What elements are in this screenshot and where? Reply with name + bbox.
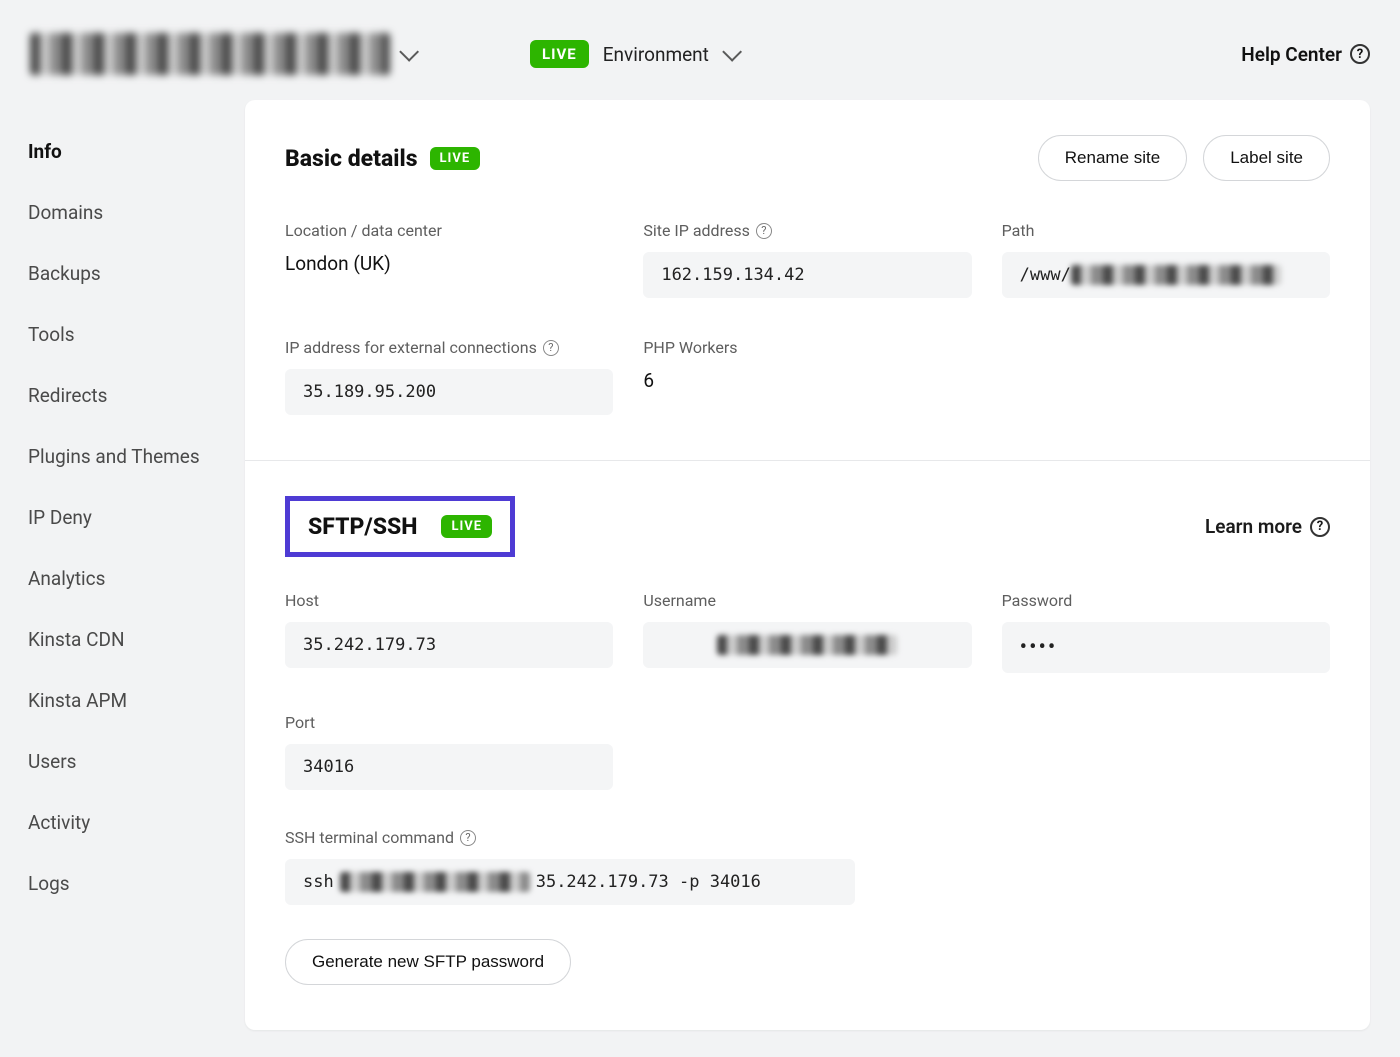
sidebar-item-logs[interactable]: Logs (28, 872, 245, 895)
help-icon[interactable]: ? (543, 340, 559, 356)
topbar: LIVE Environment Help Center ? (0, 0, 1400, 90)
live-badge: LIVE (441, 515, 492, 538)
sidebar-item-plugins-themes[interactable]: Plugins and Themes (28, 445, 245, 468)
username-value[interactable] (643, 622, 971, 668)
sftp-ssh-section: SFTP/SSH LIVE Learn more ? Host 35.242.1… (245, 461, 1370, 1030)
help-icon[interactable]: ? (460, 830, 476, 846)
password-label: Password (1002, 591, 1330, 610)
site-ip-label: Site IP address (643, 221, 750, 240)
php-workers-label: PHP Workers (643, 338, 971, 357)
basic-details-title: Basic details (285, 145, 418, 172)
site-name-redacted (30, 33, 390, 75)
sidebar-item-backups[interactable]: Backups (28, 262, 245, 285)
path-redacted (1071, 265, 1281, 285)
username-redacted (717, 635, 897, 655)
ip-external-value[interactable]: 35.189.95.200 (285, 369, 613, 415)
path-value[interactable]: /www/ (1002, 252, 1330, 298)
generate-sftp-password-button[interactable]: Generate new SFTP password (285, 939, 571, 985)
password-value[interactable]: •••• (1002, 622, 1330, 673)
ssh-command-label: SSH terminal command (285, 828, 454, 847)
sidebar-item-tools[interactable]: Tools (28, 323, 245, 346)
ssh-command-value[interactable]: ssh 35.242.179.73 -p 34016 (285, 859, 855, 905)
help-icon: ? (1350, 44, 1370, 64)
sftp-ssh-title: SFTP/SSH (308, 513, 417, 540)
help-icon: ? (1310, 517, 1330, 537)
rename-site-button[interactable]: Rename site (1038, 135, 1187, 181)
host-field: Host 35.242.179.73 (285, 591, 613, 673)
username-label: Username (643, 591, 971, 610)
path-label: Path (1002, 221, 1330, 240)
ip-external-field: IP address for external connections ? 35… (285, 338, 613, 415)
live-badge: LIVE (530, 40, 589, 68)
ssh-prefix: ssh (303, 872, 334, 892)
port-label: Port (285, 713, 613, 732)
ssh-suffix: 35.242.179.73 -p 34016 (536, 872, 761, 892)
sidebar-item-redirects[interactable]: Redirects (28, 384, 245, 407)
sftp-ssh-highlight: SFTP/SSH LIVE (285, 496, 515, 557)
sidebar-item-kinsta-apm[interactable]: Kinsta APM (28, 689, 245, 712)
content-panels: Basic details LIVE Rename site Label sit… (245, 100, 1370, 1030)
php-workers-value: 6 (643, 369, 971, 392)
ip-external-label: IP address for external connections (285, 338, 537, 357)
port-field: Port 34016 (285, 713, 613, 790)
port-value[interactable]: 34016 (285, 744, 613, 790)
sidebar-item-ip-deny[interactable]: IP Deny (28, 506, 245, 529)
chevron-down-icon (399, 42, 419, 62)
sidebar: Info Domains Backups Tools Redirects Plu… (0, 100, 245, 895)
location-label: Location / data center (285, 221, 613, 240)
path-prefix: /www/ (1020, 265, 1071, 285)
site-ip-field: Site IP address ? 162.159.134.42 (643, 221, 971, 298)
environment-switcher[interactable]: LIVE Environment (530, 40, 737, 68)
username-field: Username (643, 591, 971, 673)
path-field: Path /www/ (1002, 221, 1330, 298)
sidebar-item-info[interactable]: Info (28, 140, 245, 163)
help-center-label: Help Center (1241, 43, 1342, 66)
location-value: London (UK) (285, 252, 613, 275)
sidebar-item-domains[interactable]: Domains (28, 201, 245, 224)
sidebar-item-users[interactable]: Users (28, 750, 245, 773)
sidebar-item-kinsta-cdn[interactable]: Kinsta CDN (28, 628, 245, 651)
sidebar-item-analytics[interactable]: Analytics (28, 567, 245, 590)
chevron-down-icon (722, 42, 742, 62)
password-field: Password •••• (1002, 591, 1330, 673)
help-center-link[interactable]: Help Center ? (1241, 43, 1370, 66)
host-value[interactable]: 35.242.179.73 (285, 622, 613, 668)
site-name-dropdown[interactable] (30, 33, 450, 75)
help-icon[interactable]: ? (756, 223, 772, 239)
location-field: Location / data center London (UK) (285, 221, 613, 298)
learn-more-link[interactable]: Learn more ? (1205, 515, 1330, 538)
basic-details-section: Basic details LIVE Rename site Label sit… (245, 100, 1370, 461)
ssh-user-redacted (340, 872, 530, 892)
label-site-button[interactable]: Label site (1203, 135, 1330, 181)
environment-label: Environment (603, 43, 709, 66)
live-badge: LIVE (430, 147, 481, 170)
site-ip-value[interactable]: 162.159.134.42 (643, 252, 971, 298)
ssh-command-field: SSH terminal command ? ssh 35.242.179.73… (285, 828, 1330, 905)
php-workers-field: PHP Workers 6 (643, 338, 971, 415)
host-label: Host (285, 591, 613, 610)
sidebar-item-activity[interactable]: Activity (28, 811, 245, 834)
learn-more-label: Learn more (1205, 515, 1302, 538)
